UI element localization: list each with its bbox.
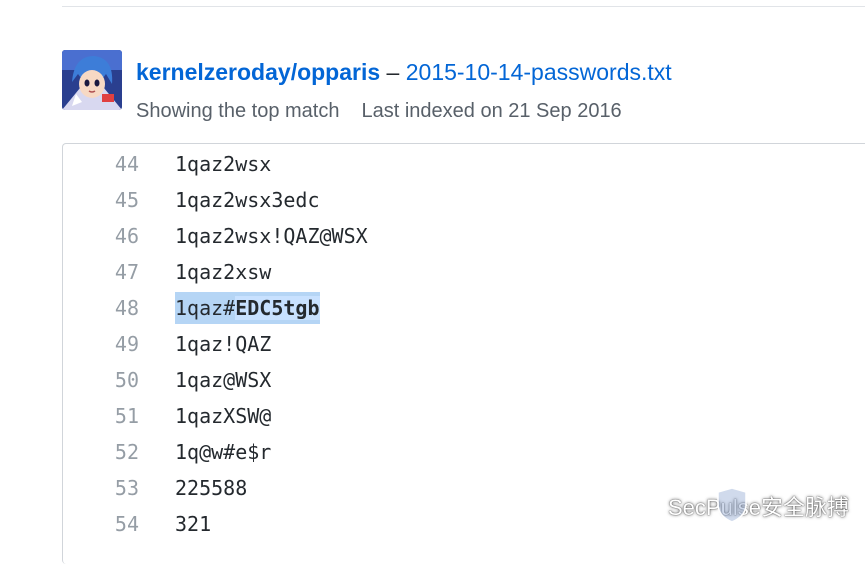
line-content: 1qaz#EDC5tgb <box>175 290 320 326</box>
line-number[interactable]: 46 <box>63 218 139 254</box>
line-content: 1q@w#e$r <box>175 440 272 464</box>
code-line: 45 1qaz2wsx3edc <box>63 182 865 218</box>
line-content: 1qazXSW@ <box>175 404 272 428</box>
match-bold-text: EDC5tgb <box>235 296 320 320</box>
line-number[interactable]: 45 <box>63 182 139 218</box>
indexed-info: Last indexed on 21 Sep 2016 <box>361 100 622 122</box>
code-line-highlighted: 48 1qaz#EDC5tgb <box>63 290 865 326</box>
line-content: 1qaz@WSX <box>175 368 272 392</box>
code-line: 49 1qaz!QAZ <box>63 326 865 362</box>
wechat-icon <box>626 492 660 519</box>
line-number[interactable]: 52 <box>63 434 139 470</box>
avatar[interactable] <box>62 50 122 110</box>
line-number[interactable]: 53 <box>63 470 139 506</box>
watermark: SecPulse安全脉搏 <box>626 486 849 526</box>
match-info: Showing the top match <box>136 100 340 122</box>
line-number[interactable]: 47 <box>63 254 139 290</box>
code-line: 51 1qazXSW@ <box>63 398 865 434</box>
code-line: 46 1qaz2wsx!QAZ@WSX <box>63 218 865 254</box>
line-number[interactable]: 48 <box>63 290 139 326</box>
line-content: 225588 <box>175 476 248 500</box>
line-content: 1qaz2wsx!QAZ@WSX <box>175 224 368 248</box>
watermark-text: SecPulse安全脉搏 <box>668 495 849 520</box>
line-content: 1qaz!QAZ <box>175 332 272 356</box>
line-number[interactable]: 44 <box>63 146 139 182</box>
line-content: 321 <box>175 512 212 536</box>
header-separator: – <box>386 59 400 85</box>
code-line: 44 1qaz2wsx <box>63 146 865 182</box>
repo-link[interactable]: kernelzeroday/opparis <box>136 59 380 85</box>
line-content: 1qaz2wsx <box>175 152 272 176</box>
match-plain-text: 1qaz# <box>175 296 236 320</box>
line-content: 1qaz2xsw <box>175 260 272 284</box>
search-match-highlight: 1qaz#EDC5tgb <box>175 292 320 324</box>
result-meta: Showing the top match Last indexed on 21 … <box>136 97 622 125</box>
anime-avatar-image <box>62 50 122 110</box>
line-content: 1qaz2wsx3edc <box>175 188 320 212</box>
line-number[interactable]: 51 <box>63 398 139 434</box>
line-number[interactable]: 49 <box>63 326 139 362</box>
line-number[interactable]: 50 <box>63 362 139 398</box>
shield-logo-icon <box>717 487 747 523</box>
file-link[interactable]: 2015-10-14-passwords.txt <box>406 59 672 85</box>
line-number[interactable]: 54 <box>63 506 139 542</box>
code-line: 47 1qaz2xsw <box>63 254 865 290</box>
code-line: 50 1qaz@WSX <box>63 362 865 398</box>
top-divider <box>62 6 865 7</box>
code-line: 52 1q@w#e$r <box>63 434 865 470</box>
result-header: kernelzeroday/opparis – 2015-10-14-passw… <box>136 56 672 88</box>
